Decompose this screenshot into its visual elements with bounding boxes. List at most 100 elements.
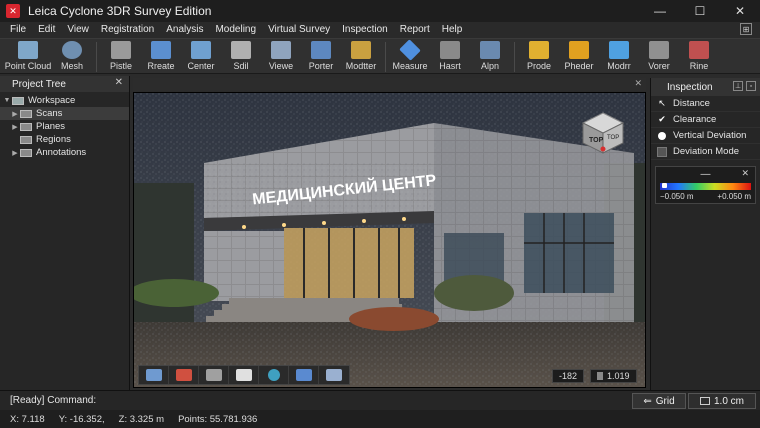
point-cloud-scene[interactable]: МЕДИЦИНСКИЙ ЦЕНТР <box>134 93 646 388</box>
tool-label: Hasrt <box>439 61 461 71</box>
grid-label: Grid <box>655 395 675 407</box>
ruler-icon <box>597 372 603 380</box>
tool-label: Center <box>187 61 215 71</box>
layers-icon <box>205 369 222 381</box>
hasrt-button[interactable]: Hasrt <box>430 39 470 75</box>
menu-inspection[interactable]: Inspection <box>336 22 394 38</box>
porter-button[interactable]: Porter <box>301 39 341 75</box>
divider <box>651 160 760 164</box>
window-controls: — ☐ ✕ <box>640 0 760 22</box>
menu-edit[interactable]: Edit <box>32 22 61 38</box>
layout-toggle-icon[interactable]: ⊞ <box>740 23 752 35</box>
menu-virtual-survey[interactable]: Virtual Survey <box>262 22 336 38</box>
sdil-button[interactable]: Sdil <box>221 39 261 75</box>
option-vertical-deviation[interactable]: Vertical Deviation <box>651 128 760 144</box>
chevron-right-icon[interactable]: ▶ <box>10 123 20 131</box>
view-cube[interactable]: TOP TOP <box>581 111 625 155</box>
tool-label: Alpn <box>480 61 499 71</box>
color-scale: — ✕ −0.050 m +0.050 m <box>655 166 756 204</box>
color-scale-header: — ✕ <box>656 167 755 181</box>
color-gradient-bar <box>660 183 751 190</box>
view-button[interactable]: Viewe <box>261 39 301 75</box>
points-count: Points: 55.781.936 <box>178 413 258 425</box>
tree-item-scans[interactable]: ▶ Scans <box>0 107 129 120</box>
close-icon[interactable]: ✕ <box>634 78 642 89</box>
tool-label: Viewe <box>268 61 294 71</box>
probe-button[interactable]: Prode <box>519 39 559 75</box>
center-button[interactable]: Center <box>181 39 221 75</box>
modrr-button[interactable]: Modrr <box>599 39 639 75</box>
menu-view[interactable]: View <box>61 22 95 38</box>
tree-item-planes[interactable]: ▶ Planes <box>0 120 129 133</box>
chevron-right-icon[interactable]: ▶ <box>10 110 20 118</box>
point-cloud-button[interactable]: Point Cloud <box>4 39 52 75</box>
coord-y: Y: -16.352, <box>58 413 105 425</box>
3d-viewport[interactable]: МЕДИЦИНСКИЙ ЦЕНТР TOP TOP -182 1.019 <box>133 92 646 388</box>
app-logo-icon: ✕ <box>6 4 20 18</box>
vorer-icon <box>649 41 669 59</box>
checkbox-icon[interactable] <box>657 146 667 157</box>
command-prompt[interactable]: [Ready] Command: <box>10 395 96 406</box>
clip-tool-button[interactable] <box>229 366 259 384</box>
grid-size-field[interactable]: 1.0 cm <box>688 393 756 409</box>
view-cube-face-label: TOP <box>589 137 604 144</box>
create-button[interactable]: Rreate <box>141 39 181 75</box>
scale-marker-icon[interactable] <box>662 183 667 188</box>
option-deviation-mode[interactable]: Deviation Mode <box>651 144 760 160</box>
close-icon[interactable]: ✕ <box>741 168 749 179</box>
globe-tool-button[interactable] <box>259 366 289 384</box>
minimize-button[interactable]: — <box>640 0 680 22</box>
pin-icon[interactable]: ⊥ <box>733 81 743 91</box>
vorer-button[interactable]: Vorer <box>639 39 679 75</box>
inspection-panel: Inspection ⊥ ▫ ↖ Distance ✔ Clearance Ve… <box>650 78 760 390</box>
inspection-title: Inspection <box>667 81 713 93</box>
align-button[interactable]: Alpn <box>470 39 510 75</box>
workspace-icon <box>12 96 24 105</box>
porter-icon <box>311 41 331 59</box>
rine-button[interactable]: Rine <box>679 39 719 75</box>
project-tree-header: Project Tree ✕ <box>0 76 129 92</box>
panel-controls: ⊥ ▫ <box>733 81 756 91</box>
close-icon[interactable]: ✕ <box>115 77 123 88</box>
transform-tool-button[interactable] <box>319 366 349 384</box>
menu-help[interactable]: Help <box>436 22 469 38</box>
folder-tool-button[interactable] <box>289 366 319 384</box>
radio-icon[interactable] <box>658 131 666 140</box>
tree-item-regions[interactable]: Regions <box>0 133 129 146</box>
option-clearance[interactable]: ✔ Clearance <box>651 112 760 128</box>
tool-label: Pistle <box>109 61 132 71</box>
option-distance[interactable]: ↖ Distance <box>651 96 760 112</box>
align-icon <box>480 41 500 59</box>
menu-analysis[interactable]: Analysis <box>160 22 209 38</box>
tree-item-annotations[interactable]: ▶ Annotations <box>0 146 129 159</box>
tool-label: Rreate <box>147 61 175 71</box>
section-tool-button[interactable] <box>169 366 199 384</box>
measure-button[interactable]: Measure <box>390 39 430 75</box>
tool-label: Modrr <box>607 61 631 71</box>
view-icon <box>271 41 291 59</box>
tree-item-label: Scans <box>36 108 63 119</box>
project-tree-panel: Project Tree ✕ ▼ Workspace ▶ Scans ▶ Pla… <box>0 76 130 390</box>
tool-label: Point Cloud <box>4 61 52 71</box>
chevron-down-icon[interactable]: ▼ <box>2 97 12 104</box>
check-icon[interactable]: ✔ <box>657 114 667 125</box>
float-icon[interactable]: ▫ <box>746 81 756 91</box>
pheder-button[interactable]: Pheder <box>559 39 599 75</box>
menu-registration[interactable]: Registration <box>95 22 160 38</box>
mesh-button[interactable]: Mesh <box>52 39 92 75</box>
hasrt-icon <box>440 41 460 59</box>
grid-button[interactable]: ⇐ Grid <box>632 393 686 409</box>
option-label: Clearance <box>673 114 717 125</box>
menu-report[interactable]: Report <box>394 22 436 38</box>
maximize-button[interactable]: ☐ <box>680 0 720 22</box>
chevron-right-icon[interactable]: ▶ <box>10 149 20 157</box>
coordinates-bar: X: 7.118 Y: -16.352, Z: 3.325 m Points: … <box>0 410 760 428</box>
menu-file[interactable]: File <box>4 22 32 38</box>
tree-item-workspace[interactable]: ▼ Workspace <box>0 94 129 107</box>
pistle-button[interactable]: Pistle <box>101 39 141 75</box>
modtter-button[interactable]: Modtter <box>341 39 381 75</box>
select-tool-button[interactable] <box>139 366 169 384</box>
layers-tool-button[interactable] <box>199 366 229 384</box>
close-button[interactable]: ✕ <box>720 0 760 22</box>
menu-modeling[interactable]: Modeling <box>209 22 262 38</box>
